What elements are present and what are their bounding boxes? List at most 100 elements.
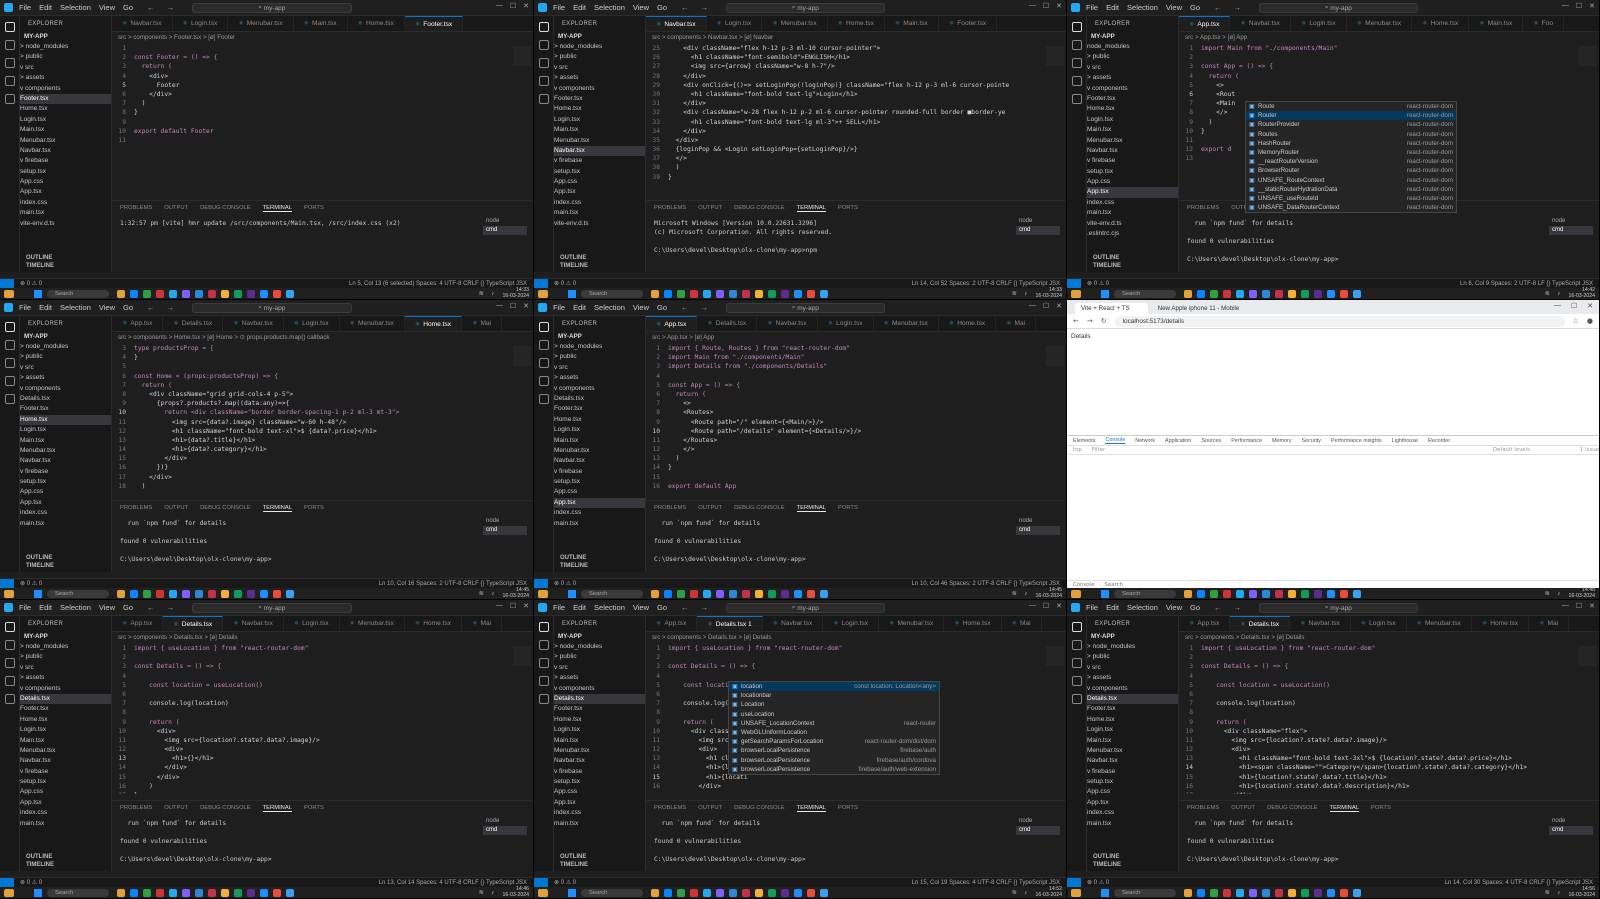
weather-icon[interactable] <box>1071 888 1081 897</box>
explorer-item[interactable]: vite-env.d.ts <box>554 219 645 229</box>
taskbar-app-icon[interactable] <box>1262 289 1270 298</box>
taskbar-app-icon[interactable] <box>286 589 294 598</box>
explorer-icon[interactable] <box>1071 22 1082 32</box>
explorer-item[interactable]: vite-env.d.ts <box>1087 219 1178 229</box>
code-line[interactable]: 4} <box>112 353 525 362</box>
explorer-item[interactable]: Menubar.tsx <box>20 746 111 756</box>
taskbar-app-icon[interactable] <box>742 589 750 598</box>
explorer-item[interactable]: App.tsx <box>20 798 111 808</box>
explorer-item[interactable]: Menubar.tsx <box>1087 136 1178 146</box>
code-line[interactable]: 13 <h1>{}</h1> <box>112 754 525 763</box>
taskbar-app-icon[interactable] <box>703 289 711 298</box>
explorer-item[interactable]: Home.tsx <box>554 715 645 725</box>
project-folder[interactable]: MY-APP <box>554 332 645 341</box>
back-arrow-icon[interactable]: ← <box>147 303 155 312</box>
code-line[interactable]: 15 <box>646 473 1058 482</box>
code-line[interactable]: 31 </div> <box>646 99 1058 108</box>
taskbar-search[interactable]: Search <box>581 289 643 298</box>
remote-indicator[interactable] <box>0 278 14 289</box>
code-line[interactable]: 9 <Route path="/" element={<Main/>}/> <box>646 418 1058 427</box>
minimap[interactable] <box>513 346 531 366</box>
terminal-output[interactable]: 1:32:57 pm [vite] hmr update /src/compon… <box>112 215 533 241</box>
outline-section[interactable]: OUTLINE <box>554 254 645 262</box>
taskbar-app-icon[interactable] <box>794 289 802 298</box>
devtools-tab[interactable]: Lighthouse <box>1392 438 1418 444</box>
explorer-item[interactable]: Navbar.tsx <box>1087 146 1178 156</box>
source-control-icon[interactable] <box>4 658 15 668</box>
explorer-item[interactable]: Home.tsx <box>20 715 111 725</box>
taskbar-app-icon[interactable] <box>156 589 164 598</box>
code-line[interactable]: 39} <box>646 173 1058 182</box>
explorer-item[interactable]: index.css <box>554 198 645 208</box>
taskbar-app-icon[interactable] <box>195 289 203 298</box>
taskbar-app-icon[interactable] <box>156 289 164 298</box>
browser-tab-vite[interactable]: Vite + React + TS <box>1075 303 1148 314</box>
weather-icon[interactable] <box>1071 289 1081 298</box>
explorer-item[interactable]: Navbar.tsx <box>1087 756 1178 766</box>
taskbar-app-icon[interactable] <box>729 589 737 598</box>
panel-tab-ports[interactable]: PORTS <box>304 505 324 511</box>
extensions-icon[interactable] <box>4 94 15 104</box>
explorer-item[interactable]: Footer.tsx <box>20 93 111 105</box>
drawer-tab-search[interactable]: Search <box>1104 582 1123 588</box>
clock[interactable]: 14:45 16-03-2024 <box>502 588 529 599</box>
taskbar-app-icon[interactable] <box>820 888 828 897</box>
volume-icon[interactable]: ♪ <box>1025 291 1028 297</box>
explorer-item[interactable]: Home.tsx <box>1087 715 1178 725</box>
code-line[interactable]: 2 import Main from "./components/Main" <box>646 353 1058 362</box>
menu-view[interactable]: View <box>99 603 115 612</box>
source-control-icon[interactable] <box>1071 58 1082 68</box>
taskbar-app-icon[interactable] <box>664 589 672 598</box>
suggestion-item[interactable]: ▣ Router react-router-dom <box>1246 111 1456 121</box>
editor-tab[interactable]: ⚛ Main.tsx <box>294 16 348 31</box>
taskbar-app-icon[interactable] <box>1223 289 1231 298</box>
code-line[interactable]: 16 <h1>{location?.state?.data?.descripti… <box>1179 782 1591 791</box>
forward-arrow-icon[interactable]: → <box>167 3 175 12</box>
minimap[interactable] <box>513 646 531 666</box>
explorer-item[interactable]: Main.tsx <box>554 125 645 135</box>
taskbar-app-icon[interactable] <box>286 888 294 897</box>
explorer-item[interactable]: index.css <box>20 198 111 208</box>
explorer-item[interactable]: Login.tsx <box>554 425 645 435</box>
run-debug-icon[interactable] <box>1071 676 1082 686</box>
outline-section[interactable]: OUTLINE <box>554 554 645 562</box>
explorer-icon[interactable] <box>4 622 15 632</box>
close-icon[interactable]: ✕ <box>1587 302 1593 310</box>
cursor-position[interactable]: Ln 14, Col 52 Spaces: 2 UTF-8 CRLF {} Ty… <box>912 281 1066 287</box>
taskbar-app-icon[interactable] <box>234 589 242 598</box>
taskbar-app-icon[interactable] <box>117 289 125 298</box>
menu-edit[interactable]: Edit <box>1106 603 1119 612</box>
explorer-item[interactable]: v src <box>20 63 111 73</box>
suggestion-item[interactable]: ▣ useLocation <box>729 710 939 719</box>
explorer-item[interactable]: main.tsx <box>20 819 111 829</box>
code-line[interactable]: 6 <box>112 690 525 699</box>
panel-tab-problems[interactable]: PROBLEMS <box>654 205 686 211</box>
taskbar-app-icon[interactable] <box>651 589 659 598</box>
explorer-item[interactable]: Menubar.tsx <box>554 136 645 146</box>
code-line[interactable]: 37 </> <box>646 154 1058 163</box>
drawer-tab-console[interactable]: Console <box>1073 582 1094 588</box>
explorer-item[interactable]: > assets <box>1087 73 1178 83</box>
taskbar-app-icon[interactable] <box>794 888 802 897</box>
extensions-icon[interactable] <box>538 94 549 104</box>
code-line[interactable]: 16 })} <box>112 463 525 472</box>
panel-tab-debug-console[interactable]: DEBUG CONSOLE <box>1267 805 1318 811</box>
forward-icon[interactable]: → <box>1087 317 1093 325</box>
menu-go[interactable]: Go <box>1190 603 1200 612</box>
code-editor[interactable]: 1 import { Route, Routes } from "react-ro… <box>646 344 1058 494</box>
cursor-position[interactable]: Ln 10, Col 16 Spaces: 2 UTF-8 CRLF {} Ty… <box>379 581 533 587</box>
run-debug-icon[interactable] <box>4 376 15 386</box>
taskbar-search[interactable]: Search <box>581 589 643 598</box>
code-line[interactable]: 2 const Footer = () => { <box>112 53 525 62</box>
back-arrow-icon[interactable]: ← <box>147 603 155 612</box>
volume-icon[interactable]: ♪ <box>492 291 495 297</box>
terminal-instance[interactable]: node <box>483 817 527 826</box>
suggestion-item[interactable]: ▣ Location <box>729 700 939 709</box>
extensions-icon[interactable] <box>1071 94 1082 104</box>
explorer-item[interactable]: v src <box>554 63 645 73</box>
outline-section[interactable]: OUTLINE <box>1087 254 1178 262</box>
editor-tab[interactable]: ⚛ Menubar.tsx <box>879 616 945 631</box>
minimize-icon[interactable]: — <box>1562 602 1569 610</box>
menu-go[interactable]: Go <box>123 3 133 12</box>
taskbar-app-icon[interactable] <box>1288 589 1296 598</box>
